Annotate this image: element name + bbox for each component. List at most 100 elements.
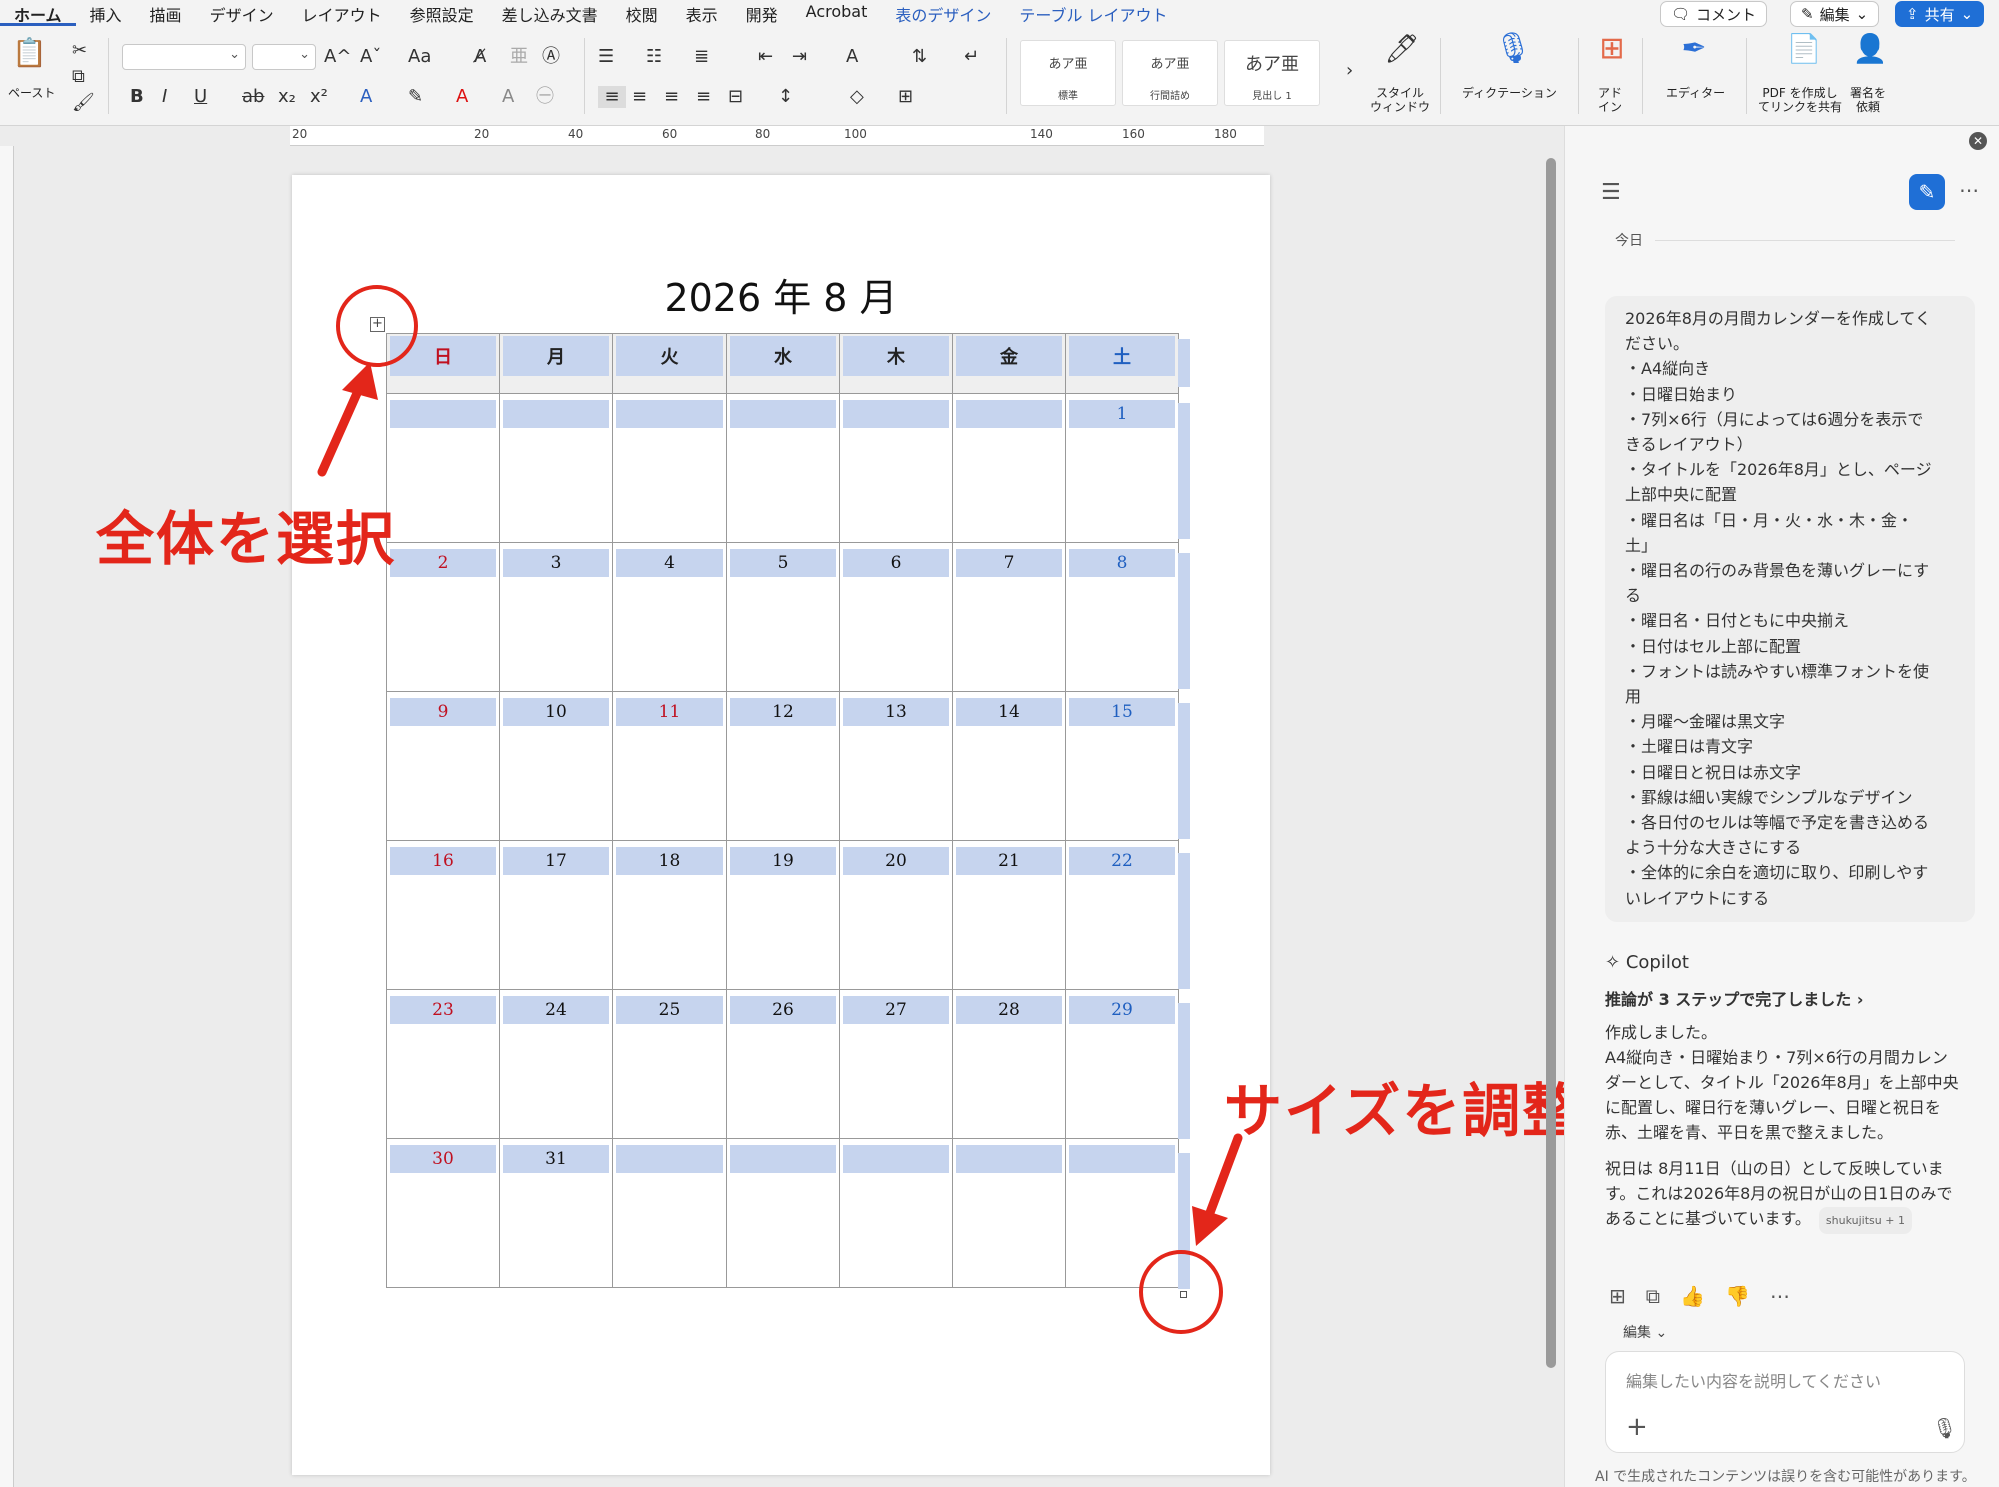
tab-developer[interactable]: 開発: [732, 0, 792, 26]
day-cell[interactable]: 4: [612, 542, 727, 692]
underline-icon[interactable]: U: [194, 86, 207, 108]
increase-indent-icon[interactable]: ⇥: [792, 46, 807, 68]
font-family-dropdown[interactable]: [122, 44, 246, 70]
bullets-icon[interactable]: ☰: [598, 46, 614, 68]
superscript-icon[interactable]: x²: [310, 86, 328, 108]
day-cell[interactable]: [499, 393, 613, 543]
phonetic-guide-icon[interactable]: 亜: [510, 46, 528, 68]
day-cell[interactable]: 20: [839, 840, 953, 990]
day-cell[interactable]: 27: [839, 989, 953, 1139]
copy-icon[interactable]: ⧉: [1646, 1284, 1660, 1308]
shading-icon[interactable]: ◇: [850, 86, 864, 108]
day-cell[interactable]: 12: [726, 691, 840, 841]
reasoning-summary-button[interactable]: 推論が 3 ステップで完了しました ›: [1605, 986, 1863, 1010]
align-center-icon[interactable]: ≡: [632, 86, 647, 108]
microphone-icon[interactable]: 🎙: [1932, 1416, 1957, 1440]
weekday-cell[interactable]: 月: [499, 333, 613, 394]
styles-pane-icon[interactable]: 🖊: [1380, 35, 1424, 63]
show-marks-icon[interactable]: ↵: [964, 46, 979, 68]
weekday-cell[interactable]: 水: [726, 333, 840, 394]
day-cell[interactable]: 1: [1065, 393, 1179, 543]
tab-references[interactable]: 参照設定: [396, 0, 488, 26]
day-cell[interactable]: 2: [386, 542, 500, 692]
day-cell[interactable]: 29: [1065, 989, 1179, 1139]
microphone-icon[interactable]: 🎙: [1494, 34, 1532, 64]
create-pdf-icon[interactable]: 📄: [1786, 35, 1822, 63]
tab-table-layout[interactable]: テーブル レイアウト: [1005, 0, 1181, 26]
comment-button[interactable]: 🗨 コメント: [1660, 1, 1768, 27]
clear-formatting-icon[interactable]: A̸: [474, 46, 486, 68]
day-cell[interactable]: 13: [839, 691, 953, 841]
justify-icon[interactable]: ≡: [696, 86, 711, 108]
align-left-icon[interactable]: ≡: [598, 86, 626, 108]
day-cell[interactable]: 10: [499, 691, 613, 841]
font-size-dropdown[interactable]: [252, 44, 316, 70]
day-cell[interactable]: 26: [726, 989, 840, 1139]
day-cell[interactable]: [726, 1138, 840, 1288]
more-options-icon[interactable]: ⋯: [1959, 178, 1979, 202]
day-cell[interactable]: 6: [839, 542, 953, 692]
character-border-icon[interactable]: Ⓐ: [542, 46, 560, 68]
addins-icon[interactable]: ⊞: [1594, 34, 1630, 64]
highlight-icon[interactable]: ✎: [408, 86, 423, 108]
change-case-icon[interactable]: Aa: [408, 46, 431, 68]
asian-layout-icon[interactable]: A: [846, 46, 858, 68]
cut-icon[interactable]: ✂: [72, 40, 87, 62]
tab-insert[interactable]: 挿入: [76, 0, 136, 26]
mode-dropdown[interactable]: 編集 ⌄: [1623, 1322, 1667, 1342]
prompt-input-placeholder[interactable]: 編集したい内容を説明してください: [1626, 1368, 1881, 1392]
day-cell[interactable]: [839, 393, 953, 543]
new-chat-icon[interactable]: ✎: [1909, 174, 1945, 210]
tab-design[interactable]: デザイン: [196, 0, 288, 26]
font-color-icon[interactable]: A: [456, 86, 468, 108]
day-cell[interactable]: 25: [612, 989, 727, 1139]
attach-plus-icon[interactable]: +: [1626, 1412, 1648, 1442]
day-cell[interactable]: 23: [386, 989, 500, 1139]
close-pane-icon[interactable]: ✕: [1969, 132, 1987, 150]
day-cell[interactable]: 22: [1065, 840, 1179, 990]
day-cell[interactable]: 5: [726, 542, 840, 692]
share-button[interactable]: ⇪ 共有 ⌄: [1895, 1, 1985, 27]
prompt-input-box[interactable]: 編集したい内容を説明してください + 🎙: [1605, 1351, 1965, 1453]
day-cell[interactable]: [386, 393, 500, 543]
weekday-cell[interactable]: 火: [612, 333, 727, 394]
day-cell[interactable]: 17: [499, 840, 613, 990]
text-effects-icon[interactable]: A: [360, 86, 372, 108]
day-cell[interactable]: 24: [499, 989, 613, 1139]
align-right-icon[interactable]: ≡: [664, 86, 679, 108]
italic-icon[interactable]: I: [162, 86, 167, 108]
day-cell[interactable]: [952, 393, 1066, 543]
day-cell[interactable]: 30: [386, 1138, 500, 1288]
style-heading-1[interactable]: あア亜 見出し 1: [1224, 40, 1320, 106]
day-cell[interactable]: [612, 1138, 727, 1288]
chevron-right-icon[interactable]: ›: [1346, 60, 1353, 82]
multilevel-list-icon[interactable]: ≣: [694, 46, 709, 68]
copy-icon[interactable]: ⧉: [72, 66, 85, 88]
day-cell[interactable]: 7: [952, 542, 1066, 692]
weekday-cell[interactable]: 木: [839, 333, 953, 394]
document-page[interactable]: 2026 年 8 月 + 日 月 火 水 木 金 土 1 2 3 4 5 6 7 8 9 10 11…: [292, 175, 1270, 1475]
day-cell[interactable]: 9: [386, 691, 500, 841]
strikethrough-icon[interactable]: ab: [242, 86, 264, 108]
insert-icon[interactable]: ⊞: [1609, 1284, 1626, 1308]
day-cell[interactable]: 14: [952, 691, 1066, 841]
document-scrollbar[interactable]: [1546, 158, 1556, 1368]
weekday-cell[interactable]: 金: [952, 333, 1066, 394]
tab-home[interactable]: ホーム: [0, 0, 76, 26]
style-no-spacing[interactable]: あア亜 行間詰め: [1122, 40, 1218, 106]
history-menu-icon[interactable]: ☰: [1601, 180, 1621, 205]
line-spacing-icon[interactable]: ↕: [778, 86, 793, 108]
character-shading-icon[interactable]: A: [502, 86, 514, 108]
editor-icon[interactable]: ✒: [1676, 34, 1712, 64]
paste-icon[interactable]: 📋: [12, 39, 47, 78]
thumbs-down-icon[interactable]: 👎: [1725, 1284, 1750, 1308]
day-cell[interactable]: 15: [1065, 691, 1179, 841]
day-cell[interactable]: 8: [1065, 542, 1179, 692]
vertical-ruler[interactable]: [0, 146, 14, 1487]
calendar-table[interactable]: 日 月 火 水 木 金 土 1 2 3 4 5 6 7 8 9 10 11 12 13 14 15 16 17 1…: [386, 333, 1179, 1288]
day-cell[interactable]: [952, 1138, 1066, 1288]
day-cell[interactable]: 16: [386, 840, 500, 990]
format-painter-icon[interactable]: 🖌: [72, 92, 95, 114]
numbering-icon[interactable]: ☷: [646, 46, 662, 68]
day-cell[interactable]: 11: [612, 691, 727, 841]
